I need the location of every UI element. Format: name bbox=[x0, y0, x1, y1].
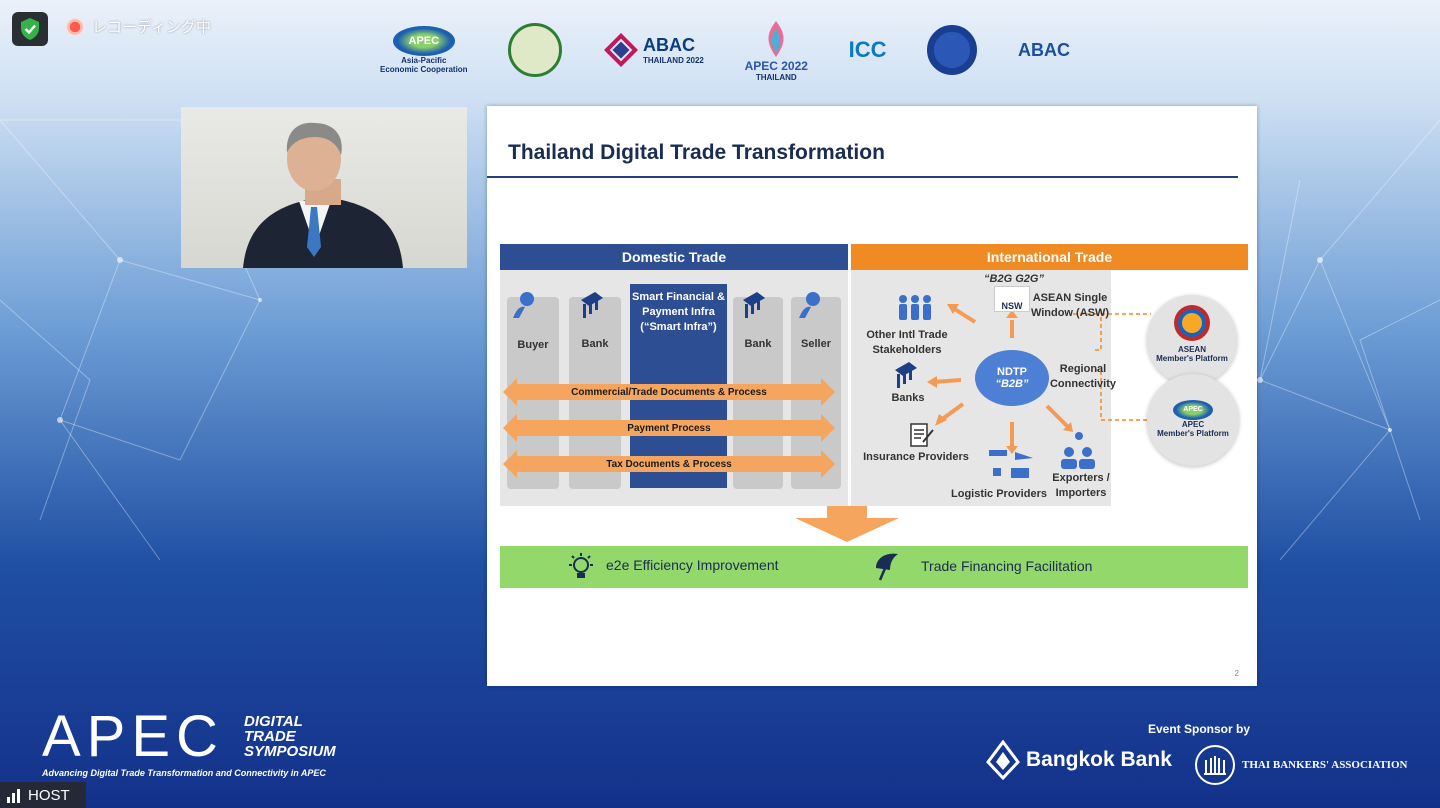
bangkok-bank-lotus-icon bbox=[986, 740, 1020, 780]
insurance-document-icon bbox=[910, 423, 934, 447]
buyer-label: Buyer bbox=[517, 339, 549, 351]
icc-logo: ICC bbox=[849, 37, 887, 63]
apec-logo: APEC Asia-Pacific Economic Cooperation bbox=[380, 26, 468, 74]
ndtp-hub: NDTP “B2B” bbox=[975, 350, 1049, 406]
bangkok-bank-text: Bangkok Bank bbox=[1026, 748, 1172, 771]
speaker-silhouette bbox=[243, 122, 403, 268]
ndtp-label: NDTP bbox=[997, 366, 1027, 378]
speaker-video-tile[interactable] bbox=[181, 107, 467, 268]
tax-documents-arrow: Tax Documents & Process bbox=[503, 450, 835, 478]
nsw-logo: NSW bbox=[994, 286, 1030, 312]
abac-thailand-text: ABAC bbox=[642, 35, 695, 55]
shield-check-icon bbox=[21, 18, 39, 40]
umbrella-icon bbox=[876, 553, 898, 581]
thai-bankers-emblem-icon bbox=[1195, 745, 1235, 785]
apec-emblem-icon: APEC bbox=[1173, 400, 1213, 420]
apec-logo-mark: APEC bbox=[392, 26, 455, 56]
bank-building-icon bbox=[581, 292, 603, 318]
logistic-providers-label: Logistic Providers bbox=[951, 488, 1047, 500]
slide-page-number: 2 bbox=[1234, 669, 1239, 678]
asean-platform-circle: ASEAN Member's Platform bbox=[1147, 295, 1237, 385]
exporters-importers-label: Exporters / Importers bbox=[1052, 472, 1110, 499]
regional-connectivity-label: Regional Connectivity bbox=[1049, 363, 1116, 390]
apec-logo-caption: Asia-Pacific bbox=[401, 56, 447, 65]
payment-process-arrow: Payment Process bbox=[503, 414, 835, 442]
apec-2022-logo: APEC 2022 THAILAND bbox=[745, 19, 808, 82]
host-badge: HOST bbox=[0, 782, 86, 808]
signal-bars-icon bbox=[7, 789, 20, 803]
thai-bankers-text: THAI BANKERS' ASSOCIATION bbox=[1242, 759, 1408, 771]
apec-platform-sublabel: Member's Platform bbox=[1157, 429, 1229, 438]
apec-2022-sub: THAILAND bbox=[755, 72, 797, 82]
event-sponsor-label: Event Sponsor by bbox=[1148, 722, 1251, 736]
international-trade-header: International Trade bbox=[851, 244, 1248, 270]
title-divider bbox=[487, 176, 1238, 178]
banks-label: Banks bbox=[891, 392, 925, 404]
host-label: HOST bbox=[28, 786, 70, 804]
thai-bankers-association-logo: THAI BANKERS' ASSOCIATION bbox=[1194, 744, 1407, 786]
icc-text: ICC bbox=[848, 37, 887, 62]
apec-platform-label: APEC bbox=[1181, 420, 1205, 429]
asean-single-window-label: ASEAN Single Window (ASW) bbox=[1030, 292, 1110, 319]
insurance-providers-label: Insurance Providers bbox=[863, 451, 969, 463]
symposium-word: SYMPOSIUM bbox=[244, 743, 336, 760]
bank-right-label: Bank bbox=[744, 338, 772, 350]
asean-platform-sublabel: Member's Platform bbox=[1156, 354, 1228, 363]
abac-text: ABAC bbox=[1017, 39, 1070, 60]
other-stakeholders-label: Other Intl Trade Stakeholders bbox=[866, 329, 948, 356]
domestic-trade-header: Domestic Trade bbox=[500, 244, 848, 270]
sponsor-logo-strip: APEC Asia-Pacific Economic Cooperation A… bbox=[380, 10, 1070, 90]
financing-benefit-label: Trade Financing Facilitation bbox=[921, 558, 1093, 574]
ministry-seal-logo bbox=[508, 23, 563, 77]
efficiency-benefit-label: e2e Efficiency Improvement bbox=[606, 557, 779, 573]
lightbulb-icon bbox=[569, 553, 593, 578]
bangkok-bank-logo: Bangkok Bank bbox=[986, 740, 1172, 780]
exporters-people-icon bbox=[1061, 432, 1095, 469]
apec-platform-circle: APEC APEC Member's Platform bbox=[1147, 374, 1239, 466]
banks-building-icon bbox=[895, 362, 917, 388]
abac-thailand-sub: THAILAND 2022 bbox=[642, 56, 704, 65]
symposium-tagline: Advancing Digital Trade Transformation a… bbox=[42, 768, 326, 778]
apec-symposium-brand: APEC DIGITAL TRADE SYMPOSIUM Advancing D… bbox=[42, 708, 336, 779]
apec-logo-caption: Economic Cooperation bbox=[380, 65, 468, 74]
logistics-transport-icon bbox=[989, 450, 1033, 478]
slide-title: Thailand Digital Trade Transformation bbox=[508, 141, 885, 164]
bank-left-label: Bank bbox=[581, 338, 609, 350]
apec-2022-flame-icon bbox=[768, 20, 784, 57]
abac-diamond-icon bbox=[603, 33, 638, 67]
trade-word: TRADE bbox=[244, 728, 296, 745]
digital-word: DIGITAL bbox=[244, 713, 303, 730]
buyer-person-icon bbox=[513, 292, 534, 318]
recording-dot-icon bbox=[66, 17, 84, 36]
bank-building-icon bbox=[743, 292, 765, 318]
asean-platform-label: ASEAN bbox=[1177, 345, 1206, 354]
result-down-arrow bbox=[795, 506, 899, 542]
security-shield-button[interactable] bbox=[12, 12, 48, 46]
presentation-slide: Thailand Digital Trade Transformation Do… bbox=[487, 106, 1257, 686]
benefits-band: e2e Efficiency Improvement Trade Financi… bbox=[500, 546, 1248, 588]
b2g-g2g-label: “B2G G2G” bbox=[984, 273, 1044, 285]
asean-emblem-icon bbox=[1174, 305, 1210, 341]
b2b-label: “B2B” bbox=[995, 378, 1029, 390]
thai-bankers-seal-logo bbox=[927, 25, 978, 75]
commercial-documents-arrow: Commercial/Trade Documents & Process bbox=[503, 378, 835, 406]
apec-2022-text: APEC 2022 bbox=[744, 58, 808, 73]
abac-logo: ABAC bbox=[1018, 40, 1070, 61]
symposium-wordmark: DIGITAL TRADE SYMPOSIUM bbox=[244, 714, 336, 759]
stakeholders-group-icon bbox=[899, 295, 931, 320]
seller-label: Seller bbox=[801, 338, 831, 350]
recording-label: レコーディング中 bbox=[92, 19, 211, 36]
seller-person-icon bbox=[799, 292, 820, 318]
recording-indicator: レコーディング中 bbox=[66, 16, 211, 37]
abac-thailand-logo: ABAC THAILAND 2022 bbox=[603, 32, 704, 68]
